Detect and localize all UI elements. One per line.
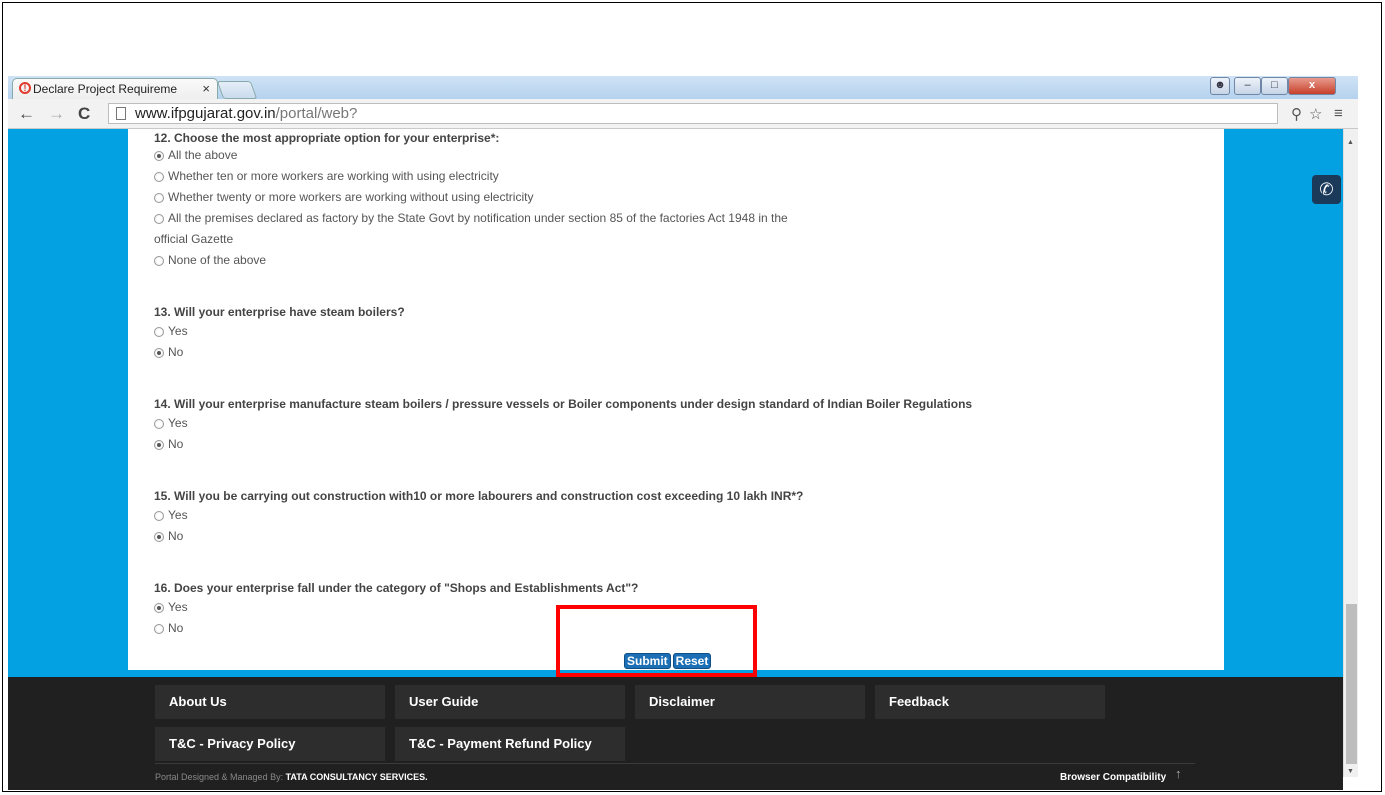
- q12-option-twenty-workers[interactable]: Whether twenty or more workers are worki…: [154, 187, 1154, 208]
- user-profile-icon[interactable]: ☻: [1210, 77, 1230, 95]
- back-arrow-icon[interactable]: ←: [18, 104, 35, 124]
- radio-icon[interactable]: [154, 511, 164, 521]
- scroll-thumb[interactable]: [1346, 604, 1357, 764]
- radio-icon[interactable]: [154, 624, 164, 634]
- q13-option-yes[interactable]: Yes: [154, 321, 1154, 342]
- browser-compatibility-link[interactable]: Browser Compatibility: [1060, 772, 1166, 783]
- forward-arrow-icon[interactable]: →: [48, 104, 65, 124]
- tab-strip: ! Declare Project Requireme × ☻ – □ x: [8, 76, 1358, 99]
- q15-option-no[interactable]: No: [154, 526, 1154, 547]
- minimize-icon[interactable]: –: [1234, 77, 1261, 95]
- footer-link-user-guide[interactable]: User Guide: [395, 685, 625, 719]
- vertical-scrollbar[interactable]: ▲ ▼: [1343, 129, 1358, 777]
- page-icon: [116, 107, 126, 120]
- zoom-search-icon[interactable]: ⚲: [1291, 105, 1302, 123]
- form-panel: 12. Choose the most appropriate option f…: [128, 129, 1224, 670]
- browser-tab[interactable]: ! Declare Project Requireme ×: [12, 78, 218, 99]
- q12-option-ten-workers[interactable]: Whether ten or more workers are working …: [154, 166, 1154, 187]
- footer-link-disclaimer[interactable]: Disclaimer: [635, 685, 865, 719]
- radio-icon[interactable]: [154, 193, 164, 203]
- radio-icon[interactable]: [154, 256, 164, 266]
- radio-icon[interactable]: [154, 151, 164, 161]
- radio-icon[interactable]: [154, 603, 164, 613]
- page-viewport: 12. Choose the most appropriate option f…: [8, 129, 1343, 677]
- highlight-box: [556, 605, 757, 677]
- url-path: /portal/web?: [275, 105, 358, 122]
- q15-option-yes[interactable]: Yes: [154, 505, 1154, 526]
- new-tab-button[interactable]: [216, 81, 258, 99]
- q14-option-yes[interactable]: Yes: [154, 413, 1154, 434]
- portal-favicon-icon: !: [19, 82, 31, 94]
- q14-option-no[interactable]: No: [154, 434, 1154, 455]
- footer-link-feedback[interactable]: Feedback: [875, 685, 1105, 719]
- radio-icon[interactable]: [154, 440, 164, 450]
- url-host: www.ifpgujarat.gov.in: [135, 105, 276, 122]
- radio-icon[interactable]: [154, 532, 164, 542]
- footer-credit: Portal Designed & Managed By: TATA CONSU…: [155, 772, 428, 782]
- menu-icon[interactable]: ≡: [1334, 105, 1343, 122]
- maximize-icon[interactable]: □: [1261, 77, 1288, 95]
- requirements-form: 12. Choose the most appropriate option f…: [154, 129, 1154, 639]
- footer-link-about-us[interactable]: About Us: [155, 685, 385, 719]
- bookmark-star-icon[interactable]: ☆: [1309, 105, 1322, 123]
- site-footer: About Us User Guide Disclaimer Feedback …: [8, 677, 1343, 790]
- question-12-title: 12. Choose the most appropriate option f…: [154, 132, 500, 145]
- reload-icon[interactable]: C: [78, 104, 90, 124]
- q12-option-all[interactable]: All the above: [154, 145, 1154, 166]
- q12-option-none[interactable]: None of the above: [154, 250, 1154, 271]
- radio-icon[interactable]: [154, 172, 164, 182]
- tab-close-icon[interactable]: ×: [202, 81, 210, 96]
- phone-icon[interactable]: ✆: [1312, 175, 1341, 204]
- q12-option-premises-continued: official Gazette: [154, 232, 234, 246]
- radio-icon[interactable]: [154, 348, 164, 358]
- scroll-down-icon[interactable]: ▼: [1347, 768, 1354, 775]
- question-13-title: 13. Will your enterprise have steam boil…: [154, 305, 405, 319]
- url-input[interactable]: www.ifpgujarat.gov.in/portal/web?: [108, 103, 1278, 124]
- footer-divider: [155, 763, 1195, 764]
- radio-icon[interactable]: [154, 419, 164, 429]
- scroll-up-icon[interactable]: ▲: [1347, 139, 1354, 146]
- scroll-to-top-icon[interactable]: ↑: [1175, 766, 1182, 781]
- radio-icon[interactable]: [154, 214, 164, 224]
- footer-credit-company: TATA CONSULTANCY SERVICES.: [285, 772, 428, 782]
- tab-title: Declare Project Requireme: [33, 82, 178, 96]
- q13-option-no[interactable]: No: [154, 342, 1154, 363]
- question-14-title: 14. Will your enterprise manufacture ste…: [154, 397, 973, 411]
- question-16-title: 16. Does your enterprise fall under the …: [154, 581, 639, 595]
- address-bar: ← → C www.ifpgujarat.gov.in/portal/web? …: [8, 99, 1358, 129]
- footer-link-refund-policy[interactable]: T&C - Payment Refund Policy: [395, 727, 625, 761]
- footer-link-privacy-policy[interactable]: T&C - Privacy Policy: [155, 727, 385, 761]
- radio-icon[interactable]: [154, 327, 164, 337]
- q12-option-premises[interactable]: All the premises declared as factory by …: [154, 208, 1154, 229]
- close-window-icon[interactable]: x: [1288, 77, 1336, 95]
- question-15-title: 15. Will you be carrying out constructio…: [154, 489, 804, 503]
